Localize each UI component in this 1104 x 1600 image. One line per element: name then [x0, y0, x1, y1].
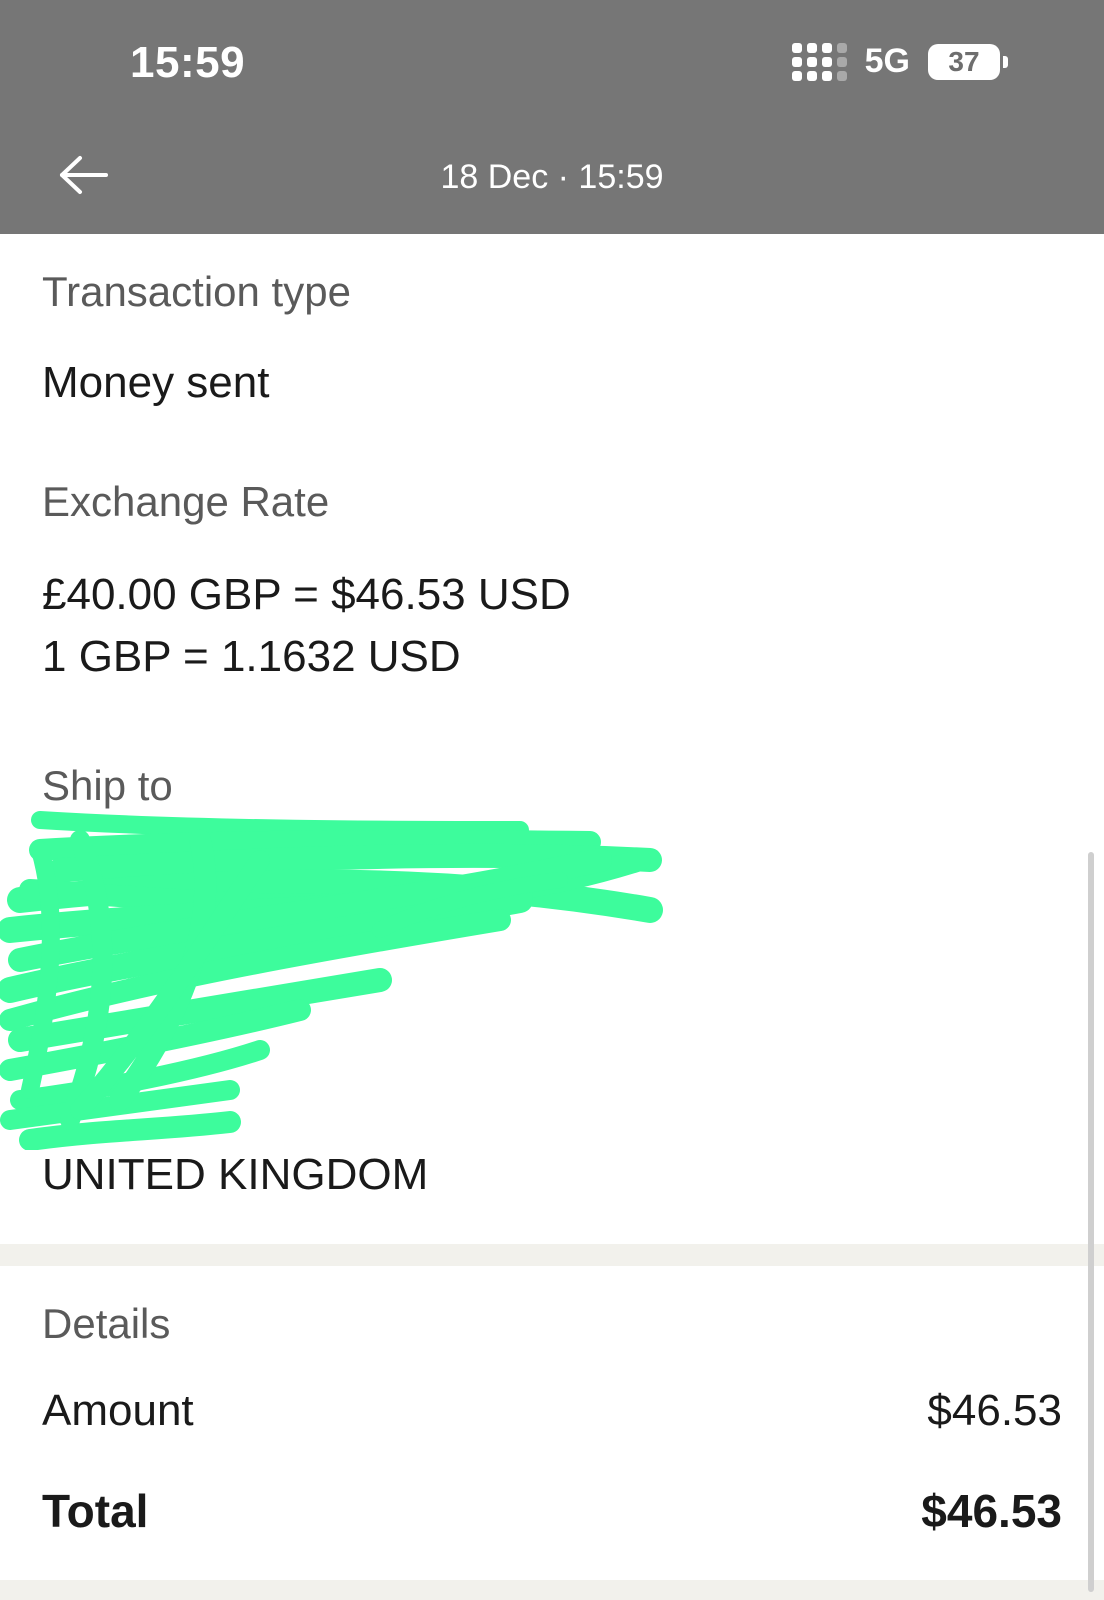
- total-row: Total $46.53: [42, 1484, 1062, 1538]
- battery-level: 37: [928, 43, 1000, 80]
- battery-icon: 37: [928, 43, 1008, 80]
- section-divider: [0, 1244, 1104, 1266]
- header: 15:59 5G 37 18 Dec · 15:59: [0, 0, 1104, 234]
- page-title: 18 Dec · 15:59: [440, 158, 664, 196]
- scrollbar[interactable]: [1088, 852, 1094, 1592]
- transaction-detail-screen: 15:59 5G 37 18 Dec · 15:59 Transaction t…: [0, 0, 1104, 1600]
- ship-to-country: UNITED KINGDOM: [42, 1150, 429, 1199]
- amount-value: $46.53: [927, 1386, 1062, 1435]
- transaction-type-label: Transaction type: [42, 268, 351, 315]
- transaction-type-value: Money sent: [42, 358, 270, 407]
- details-label: Details: [42, 1300, 171, 1347]
- signal-icon: [791, 42, 847, 81]
- status-time: 15:59: [130, 38, 246, 87]
- amount-label: Amount: [42, 1386, 194, 1435]
- exchange-rate-label: Exchange Rate: [42, 478, 330, 525]
- network-type: 5G: [864, 42, 910, 80]
- redacted-address: [0, 811, 663, 1150]
- status-indicators: 5G 37: [791, 42, 1008, 81]
- exchange-rate-unit: 1 GBP = 1.1632 USD: [42, 632, 461, 681]
- total-value: $46.53: [921, 1485, 1062, 1537]
- exchange-rate-conversion: £40.00 GBP = $46.53 USD: [42, 570, 571, 619]
- total-label: Total: [42, 1485, 149, 1537]
- bottom-divider: [0, 1580, 1104, 1600]
- amount-row: Amount $46.53: [42, 1386, 1062, 1436]
